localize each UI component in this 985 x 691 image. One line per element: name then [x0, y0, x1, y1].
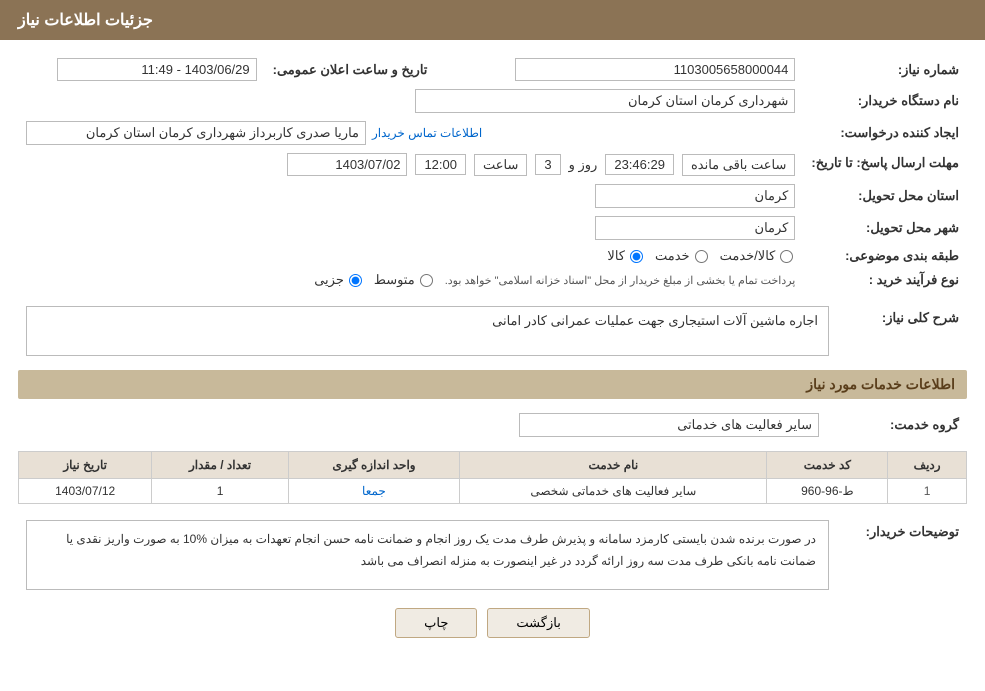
response-deadline-label: مهلت ارسال پاسخ: تا تاریخ: — [803, 149, 967, 180]
deadline-row: ساعت باقی مانده 23:46:29 روز و 3 ساعت 12… — [26, 153, 795, 176]
requester-label: ایجاد کننده درخواست: — [803, 117, 967, 149]
buyer-org-value: شهرداری کرمان استان کرمان — [415, 89, 795, 113]
remaining-days-value: 3 — [535, 154, 560, 175]
col-header-code: کد خدمت — [767, 452, 888, 479]
notes-table: توضیحات خریدار: در صورت برنده شدن بایستی… — [18, 516, 967, 594]
service-group-value: سایر فعالیت های خدماتی — [519, 413, 819, 437]
process-option-jozi[interactable]: جزیی — [314, 272, 364, 288]
category-option-khedmat[interactable]: خدمت — [655, 248, 710, 264]
need-number-label: شماره نیاز: — [803, 54, 967, 85]
process-note: پرداخت تمام یا بخشی از مبلغ خریدار از مح… — [445, 274, 796, 287]
description-table: شرح کلی نیاز: اجاره ماشین آلات استیجاری … — [18, 302, 967, 360]
need-date: 1403/07/12 — [19, 479, 152, 504]
services-section-title: اطلاعات خدمات مورد نیاز — [18, 370, 967, 399]
button-row: بازگشت چاپ — [18, 608, 967, 638]
response-date-value: 1403/07/02 — [287, 153, 407, 176]
main-content: شماره نیاز: 1103005658000044 تاریخ و ساع… — [0, 40, 985, 652]
service-group-label: گروه خدمت: — [827, 409, 967, 441]
col-header-row: ردیف — [888, 452, 967, 479]
remaining-time-value: 23:46:29 — [605, 154, 674, 175]
unit: جمعا — [288, 479, 459, 504]
col-header-qty: تعداد / مقدار — [152, 452, 289, 479]
row-num: 1 — [888, 479, 967, 504]
city-label: شهر محل تحویل: — [803, 212, 967, 244]
table-row: 1 ط-96-960 سایر فعالیت های خدماتی شخصی ج… — [19, 479, 967, 504]
buyer-org-label: نام دستگاه خریدار: — [803, 85, 967, 117]
description-label: شرح کلی نیاز: — [837, 302, 967, 360]
category-option-kala-khedmat[interactable]: کالا/خدمت — [720, 248, 796, 264]
col-header-date: تاریخ نیاز — [19, 452, 152, 479]
need-number-value: 1103005658000044 — [515, 58, 795, 81]
response-time-label: ساعت — [474, 154, 527, 176]
response-time-value: 12:00 — [415, 154, 466, 175]
page-wrapper: جزئیات اطلاعات نیاز شماره نیاز: 11030056… — [0, 0, 985, 691]
announce-datetime-value: 1403/06/29 - 11:49 — [57, 58, 257, 81]
process-label: نوع فرآیند خرید : — [803, 268, 967, 292]
quantity: 1 — [152, 479, 289, 504]
basic-info-table: شماره نیاز: 1103005658000044 تاریخ و ساع… — [18, 54, 967, 292]
services-table: ردیف کد خدمت نام خدمت واحد اندازه گیری ت… — [18, 451, 967, 504]
description-value: اجاره ماشین آلات استیجاری جهت عملیات عمر… — [26, 306, 829, 356]
col-header-name: نام خدمت — [460, 452, 767, 479]
notes-label: توضیحات خریدار: — [837, 516, 967, 594]
requester-value: ماریا صدری کاربرداز شهرداری کرمان استان … — [26, 121, 366, 145]
notes-value: در صورت برنده شدن بایستی کارمزد سامانه و… — [26, 520, 829, 590]
print-button[interactable]: چاپ — [395, 608, 477, 638]
category-radio-group: کالا/خدمت خدمت کالا — [26, 248, 795, 264]
contact-link[interactable]: اطلاعات تماس خریدار — [372, 126, 482, 140]
category-label: طبقه بندی موضوعی: — [803, 244, 967, 268]
back-button[interactable]: بازگشت — [487, 608, 589, 638]
remaining-label: ساعت باقی مانده — [682, 154, 795, 176]
remaining-days-label: روز و — [569, 157, 598, 173]
category-option-kala[interactable]: کالا — [607, 248, 645, 264]
page-title: جزئیات اطلاعات نیاز — [18, 12, 153, 29]
process-option-motavaset[interactable]: متوسط — [374, 272, 435, 288]
province-label: استان محل تحویل: — [803, 180, 967, 212]
service-code: ط-96-960 — [767, 479, 888, 504]
city-value: کرمان — [595, 216, 795, 240]
col-header-unit: واحد اندازه گیری — [288, 452, 459, 479]
service-name: سایر فعالیت های خدماتی شخصی — [460, 479, 767, 504]
page-header: جزئیات اطلاعات نیاز — [0, 0, 985, 40]
province-value: کرمان — [595, 184, 795, 208]
service-group-table: گروه خدمت: سایر فعالیت های خدماتی — [18, 409, 967, 441]
announce-datetime-label: تاریخ و ساعت اعلان عمومی: — [265, 54, 436, 85]
